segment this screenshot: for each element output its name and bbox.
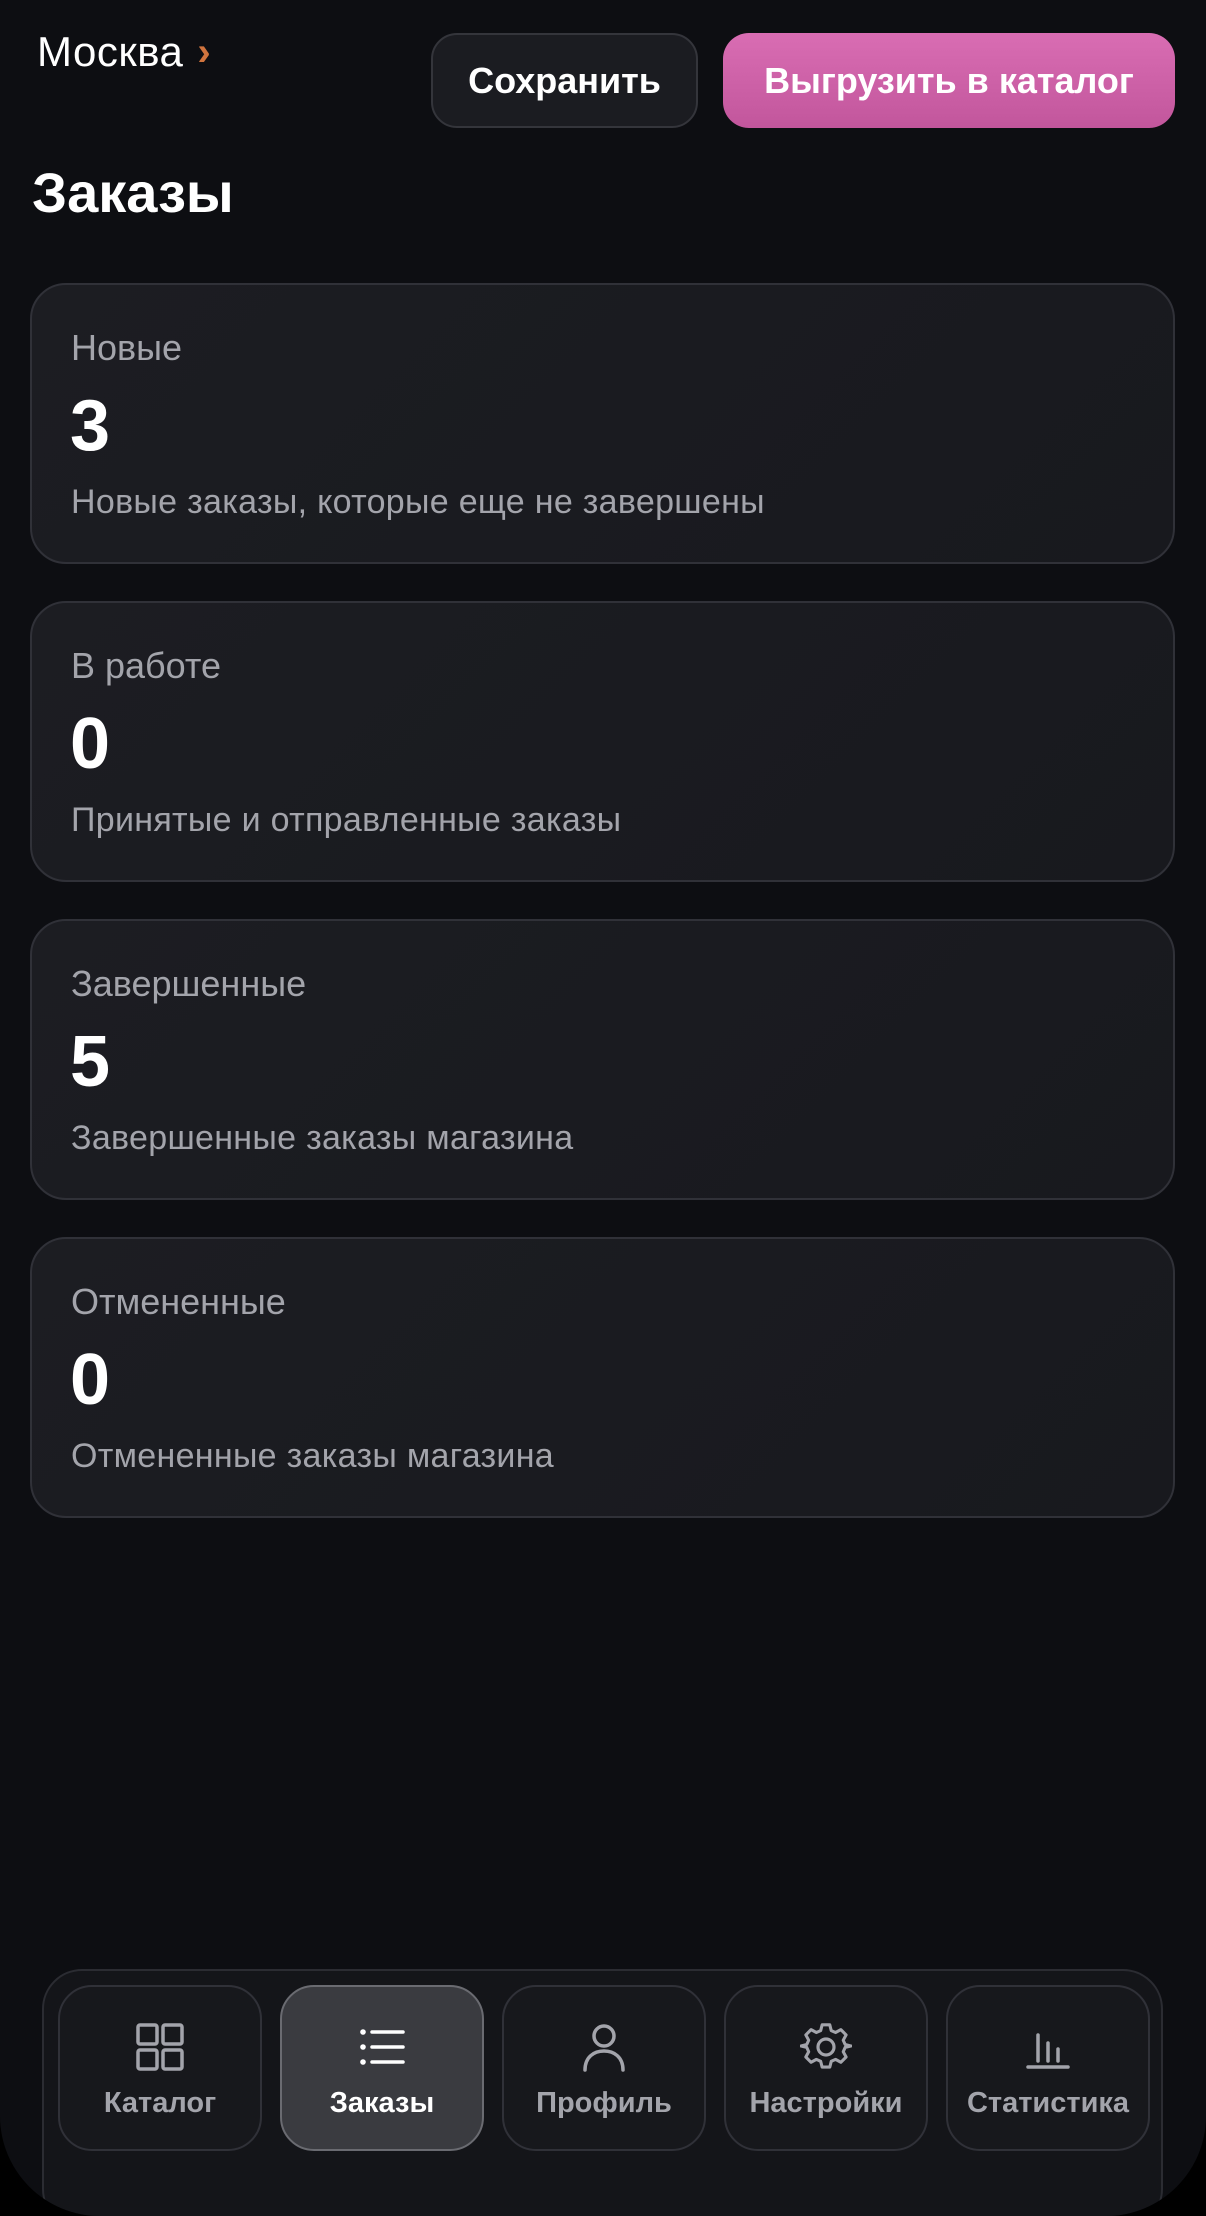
card-description: Отмененные заказы магазина xyxy=(71,1437,554,1475)
card-description: Принятые и отправленные заказы xyxy=(71,801,622,839)
page-title: Заказы xyxy=(32,161,234,224)
orders-card-completed[interactable]: Завершенные 5 Завершенные заказы магазин… xyxy=(30,919,1175,1200)
grid-icon xyxy=(136,2023,184,2071)
orders-card-in-progress[interactable]: В работе 0 Принятые и отправленные заказ… xyxy=(30,601,1175,882)
card-count: 0 xyxy=(70,1340,111,1420)
nav-label: Заказы xyxy=(329,2087,435,2119)
nav-label: Статистика xyxy=(966,2087,1130,2119)
card-label: Отмененные xyxy=(71,1281,286,1322)
list-icon xyxy=(360,2029,405,2065)
card-label: Завершенные xyxy=(71,963,307,1004)
card-description: Новые заказы, которые еще не завершены xyxy=(71,483,765,521)
card-description: Завершенные заказы магазина xyxy=(71,1119,574,1157)
export-to-catalog-button[interactable]: Выгрузить в каталог xyxy=(723,33,1175,128)
chevron-right-icon: › xyxy=(197,30,212,74)
nav-item-catalog[interactable]: Каталог xyxy=(58,1985,262,2151)
card-label: Новые xyxy=(71,327,183,368)
nav-label: Каталог xyxy=(103,2087,217,2119)
nav-label: Настройки xyxy=(749,2087,903,2119)
nav-item-orders[interactable]: Заказы xyxy=(280,1985,484,2151)
nav-item-statistics[interactable]: Статистика xyxy=(946,1985,1150,2151)
card-label: В работе xyxy=(71,645,222,686)
card-count: 3 xyxy=(70,386,111,466)
bottom-navigation: Каталог Заказы Профиль Настройки Статист… xyxy=(42,1969,1163,2216)
app-screen: Москва › Сохранить Выгрузить в каталог З… xyxy=(0,0,1206,2216)
orders-card-new[interactable]: Новые 3 Новые заказы, которые еще не зав… xyxy=(30,283,1175,564)
card-count: 0 xyxy=(70,704,111,784)
bar-chart-icon xyxy=(1026,2033,1070,2069)
nav-item-settings[interactable]: Настройки xyxy=(724,1985,928,2151)
city-label: Москва xyxy=(37,28,184,75)
nav-label: Профиль xyxy=(536,2087,672,2119)
user-icon xyxy=(583,2024,625,2072)
card-count: 5 xyxy=(70,1022,111,1102)
save-button[interactable]: Сохранить xyxy=(431,33,698,128)
gear-icon xyxy=(800,2023,852,2069)
nav-item-profile[interactable]: Профиль xyxy=(502,1985,706,2151)
orders-card-cancelled[interactable]: Отмененные 0 Отмененные заказы магазина xyxy=(30,1237,1175,1518)
city-selector[interactable]: Москва › xyxy=(37,28,211,76)
